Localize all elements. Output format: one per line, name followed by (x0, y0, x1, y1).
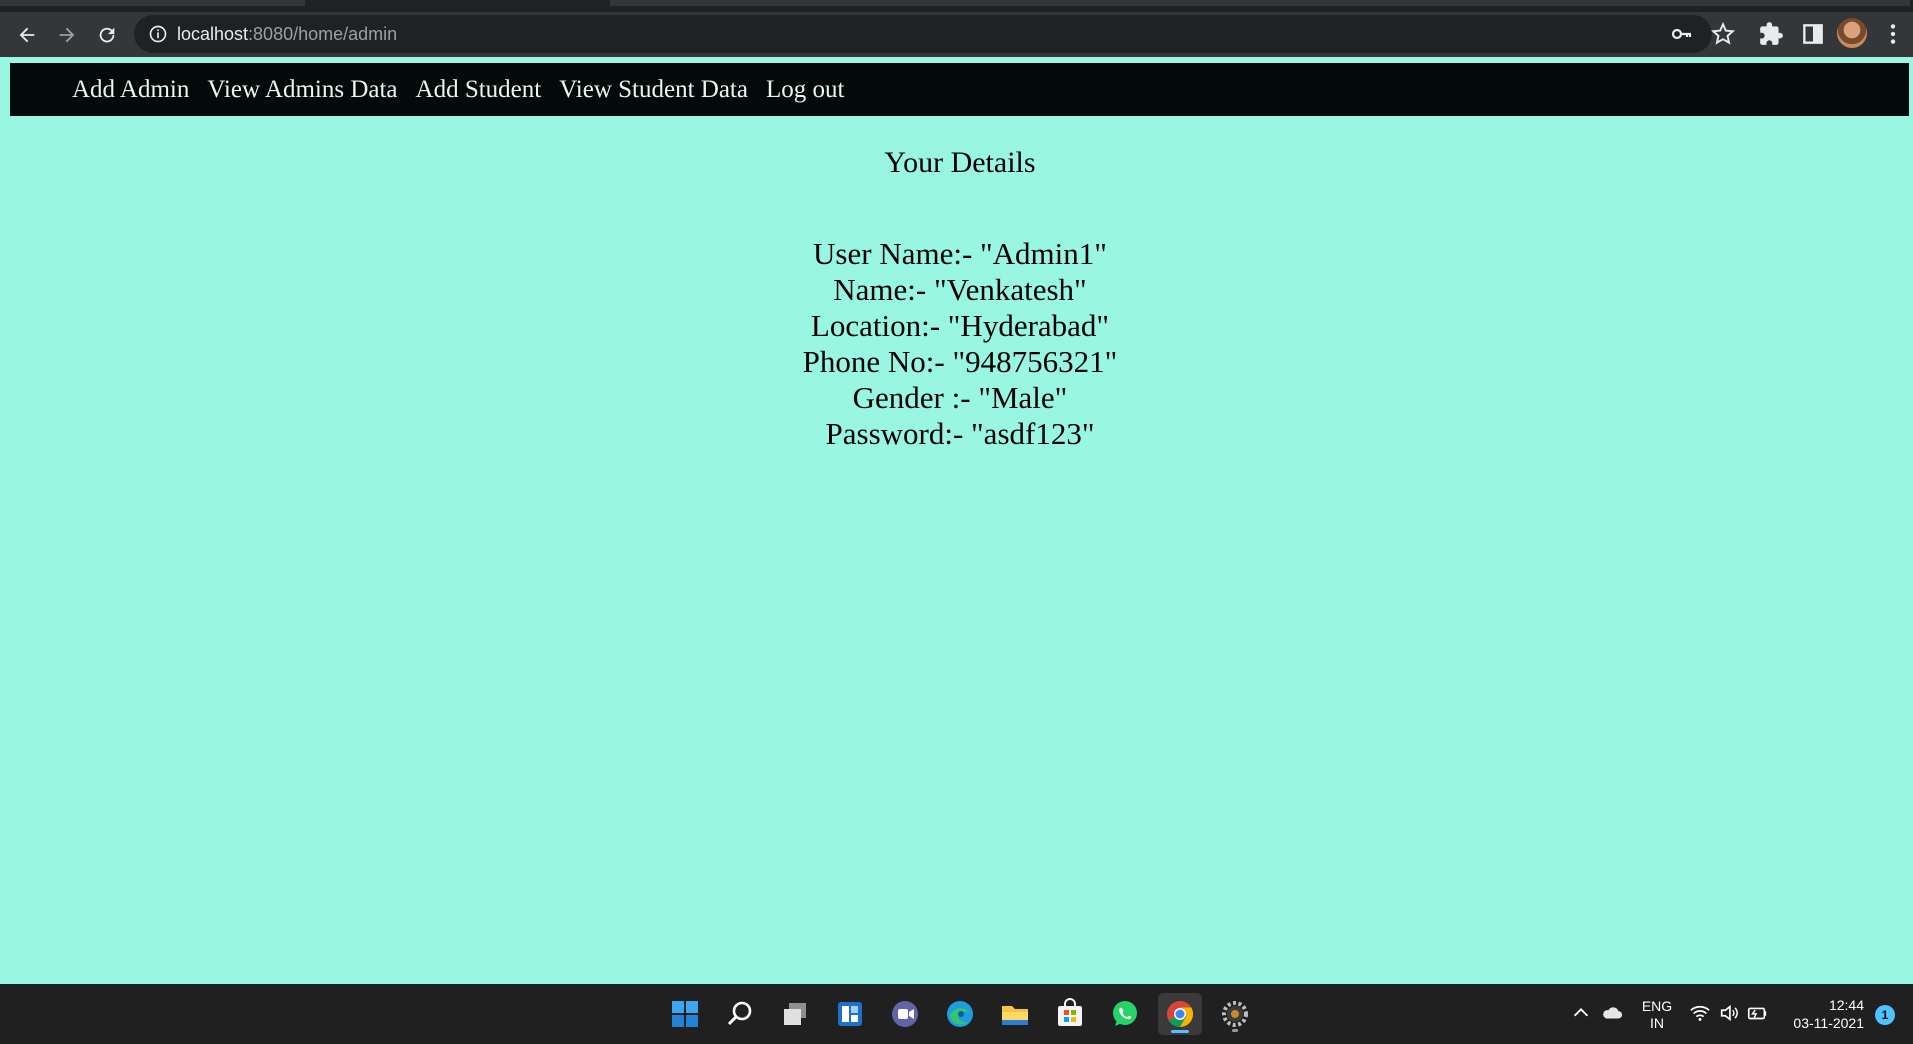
profile-avatar[interactable] (1837, 18, 1867, 48)
url-text[interactable]: localhost:8080/home/admin (177, 23, 397, 45)
page-title: Your Details (884, 146, 1036, 179)
bookmark-star-icon[interactable] (1710, 21, 1736, 47)
url-host: localhost (177, 24, 249, 44)
widgets-icon (838, 1002, 862, 1026)
key-icon[interactable] (1670, 22, 1694, 46)
user-details: User Name:- "Admin1" Name:- "Venkatesh" … (0, 236, 1913, 452)
language-code: ENG (1641, 998, 1673, 1014)
browser-toolbar: localhost:8080/home/admin (0, 12, 1913, 57)
edge-button[interactable] (938, 993, 982, 1035)
nav-add-student[interactable]: Add Student (416, 76, 542, 104)
back-button[interactable] (10, 18, 44, 52)
teams-chat-button[interactable] (883, 993, 927, 1035)
chrome-button[interactable] (1158, 993, 1202, 1035)
address-bar[interactable]: localhost:8080/home/admin (134, 15, 1712, 53)
whatsapp-icon (1113, 1001, 1137, 1026)
taskbar: ENG IN 12:44 03-11-2021 1 (0, 984, 1913, 1044)
settings-icon (1222, 1001, 1248, 1027)
more-menu-icon[interactable] (1880, 21, 1906, 47)
file-explorer-button[interactable] (993, 993, 1037, 1035)
forward-button[interactable] (50, 18, 84, 52)
task-view-icon (784, 1003, 806, 1025)
battery-icon[interactable] (1746, 1002, 1768, 1024)
search-button[interactable] (718, 993, 762, 1035)
arrow-left-icon (19, 27, 35, 43)
detail-name: Name:- "Venkatesh" (833, 272, 1087, 307)
browser-tab[interactable] (0, 0, 305, 6)
browser-tab[interactable] (610, 0, 1910, 6)
nav-add-admin[interactable]: Add Admin (72, 76, 189, 104)
store-icon (1058, 998, 1082, 1026)
store-button[interactable] (1048, 993, 1092, 1035)
top-navigation: Add Admin View Admins Data Add Student V… (10, 63, 1909, 116)
side-panel-icon[interactable] (1800, 21, 1826, 47)
clock-time: 12:44 (1828, 997, 1864, 1013)
running-app-indicator (1232, 1029, 1238, 1032)
nav-log-out[interactable]: Log out (766, 76, 844, 104)
nav-view-student-data[interactable]: View Student Data (559, 76, 748, 104)
url-path: :8080/home/admin (248, 24, 398, 44)
browser-tab-strip (0, 0, 1913, 12)
edge-icon (947, 1001, 973, 1027)
reload-button[interactable] (90, 18, 124, 52)
detail-password: Password:- "asdf123" (825, 416, 1095, 451)
active-app-indicator (1171, 1030, 1189, 1033)
region-code: IN (1650, 1015, 1664, 1031)
reload-icon (99, 27, 115, 43)
task-view-button[interactable] (773, 993, 817, 1035)
nav-view-admins-data[interactable]: View Admins Data (207, 76, 397, 104)
chevron-up-icon[interactable] (1570, 1002, 1592, 1024)
search-icon (727, 1001, 752, 1026)
detail-phone: Phone No:- "948756321" (802, 344, 1118, 379)
wifi-icon[interactable] (1689, 1002, 1711, 1024)
clock[interactable]: 12:44 03-11-2021 (1784, 996, 1864, 1032)
arrow-right-icon (59, 27, 75, 43)
teams-chat-icon (892, 1001, 918, 1027)
start-button[interactable] (663, 993, 707, 1035)
start-icon (672, 1001, 698, 1027)
notification-badge[interactable]: 1 (1875, 1005, 1895, 1025)
detail-user-name: User Name:- "Admin1" (813, 236, 1107, 271)
extensions-icon[interactable] (1758, 21, 1784, 47)
detail-gender: Gender :- "Male" (852, 380, 1068, 415)
info-icon[interactable] (148, 24, 168, 44)
language-indicator[interactable]: ENG IN (1640, 998, 1674, 1032)
clock-date: 03-11-2021 (1793, 1015, 1864, 1031)
onedrive-icon[interactable] (1601, 1002, 1623, 1024)
volume-icon[interactable] (1718, 1002, 1740, 1024)
whatsapp-button[interactable] (1103, 993, 1147, 1035)
settings-button[interactable] (1213, 993, 1257, 1035)
widgets-button[interactable] (828, 993, 872, 1035)
detail-location: Location:- "Hyderabad" (810, 308, 1110, 343)
file-explorer-icon (1002, 1006, 1028, 1025)
chrome-icon (1167, 1001, 1194, 1028)
